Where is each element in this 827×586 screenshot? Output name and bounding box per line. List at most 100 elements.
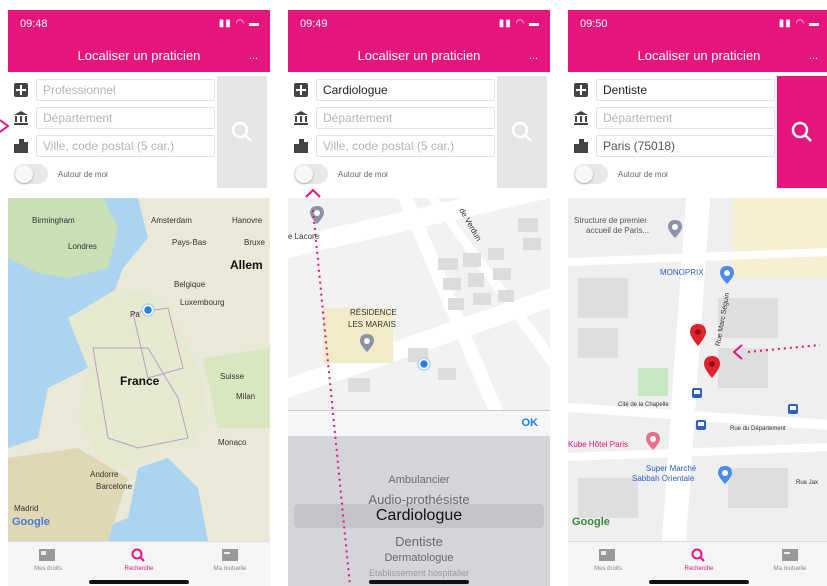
ville-field[interactable]: Ville, code postal (5 car.) [36, 135, 215, 157]
map-label: RÉSIDENCE [350, 308, 397, 317]
transit-icon [696, 420, 706, 430]
map-label: Pays-Bas [172, 238, 207, 247]
ville-row: Paris (75018) [572, 134, 775, 158]
status-time: 09:48 [20, 18, 48, 30]
tab-mes-droits[interactable]: Mes droits [573, 548, 643, 572]
map-label: Milan [236, 392, 256, 401]
status-icons: ▮▮ ◠ ▬ [218, 18, 260, 29]
map-view[interactable]: e Lacore RÉSIDENCE LES MARAIS de Verdun [288, 198, 550, 410]
map-label: Londres [68, 242, 97, 251]
around-me-row: Autour de moi [14, 164, 108, 184]
picker-item[interactable]: Dentiste [288, 534, 550, 549]
picker-item[interactable]: Audio-prothésiste [288, 492, 550, 507]
card-icon [599, 549, 615, 561]
transit-icon [692, 388, 702, 398]
profession-picker[interactable]: Ambulancier Audio-prothésiste Cardiologu… [288, 436, 550, 586]
building-icon [292, 109, 310, 127]
map-label: LES MARAIS [348, 320, 397, 329]
hotel-pin-icon [646, 432, 660, 450]
dentist-marker-icon[interactable] [704, 356, 720, 378]
around-me-toggle[interactable] [14, 164, 48, 184]
tab-mes-droits[interactable]: Mes droits [13, 548, 83, 572]
departement-field[interactable]: Département [36, 107, 215, 129]
map-view[interactable]: Structure de premier accueil de Paris...… [568, 198, 827, 541]
profession-field[interactable]: Professionnel [36, 79, 215, 101]
map-label: Bruxe [244, 238, 265, 247]
around-me-row: Autour de moi [294, 164, 388, 184]
map-label: Cité de la Chapelle [618, 402, 669, 408]
map-label: Pa [130, 310, 140, 319]
map-label: France [120, 374, 160, 388]
search-icon [511, 121, 532, 142]
around-me-toggle[interactable] [574, 164, 608, 184]
more-menu-button[interactable]: ... [809, 50, 818, 62]
map-europe [8, 198, 270, 541]
search-icon [691, 548, 705, 562]
screenshot-stage: 09:48 ▮▮ ◠ ▬ Localiser un praticien ... … [0, 0, 827, 586]
more-menu-button[interactable]: ... [529, 50, 538, 62]
search-button[interactable] [217, 76, 267, 188]
picker-toolbar: OK [288, 410, 550, 436]
tab-recherche[interactable]: Recherche [104, 548, 174, 572]
map-label: Luxembourg [180, 298, 225, 307]
profession-row: Dentiste [572, 78, 775, 102]
tab-label: Recherche [124, 566, 154, 572]
search-icon [131, 548, 145, 562]
place-pin-icon [668, 220, 682, 238]
place-pin-icon [310, 206, 324, 224]
picker-item[interactable]: Ambulancier [288, 474, 550, 486]
building-icon [12, 109, 30, 127]
ville-field[interactable]: Ville, code postal (5 car.) [316, 135, 495, 157]
page-title: Localiser un praticien [357, 48, 481, 63]
home-indicator [369, 580, 469, 584]
dentist-marker-icon[interactable] [690, 324, 706, 346]
id-card-icon [222, 549, 238, 561]
phone-screen-2: 09:49 ▮▮ ◠ ▬ Localiser un praticien ... … [288, 10, 550, 586]
tab-label: Mes droits [34, 566, 62, 572]
map-label: Super Marché [646, 464, 697, 473]
search-button[interactable] [497, 76, 547, 188]
tab-ma-mutuelle[interactable]: Ma mutuelle [195, 548, 265, 572]
ville-field[interactable]: Paris (75018) [596, 135, 775, 157]
map-label: Kube Hôtel Paris [568, 440, 629, 449]
departement-field[interactable]: Département [316, 107, 495, 129]
map-view[interactable]: Birmingham Amsterdam Hanovre Londres Pay… [8, 198, 270, 541]
tab-recherche[interactable]: Recherche [664, 548, 734, 572]
map-label: Monaco [218, 438, 247, 447]
picker-item-selected[interactable]: Cardiologue [288, 507, 550, 525]
place-pin-icon [360, 334, 374, 352]
search-form: Cardiologue Département Ville, code post… [288, 72, 550, 198]
picker-item[interactable]: Etablissement hospitalier [288, 568, 550, 578]
app-header: 09:50 ▮▮ ◠ ▬ Localiser un praticien ... [568, 10, 827, 72]
around-me-toggle[interactable] [294, 164, 328, 184]
map-label: Andorre [90, 470, 119, 479]
status-icons: ▮▮ ◠ ▬ [778, 18, 820, 29]
more-menu-button[interactable]: ... [249, 50, 258, 62]
map-label: MONOPRIX [660, 268, 704, 277]
search-button[interactable] [777, 76, 827, 188]
city-icon [12, 137, 30, 155]
status-time: 09:50 [580, 18, 608, 30]
city-icon [292, 137, 310, 155]
map-street [288, 198, 550, 410]
ok-button[interactable]: OK [522, 417, 539, 429]
tab-ma-mutuelle[interactable]: Ma mutuelle [755, 548, 825, 572]
tab-label: Ma mutuelle [773, 566, 807, 572]
map-label: Allem [230, 258, 263, 272]
search-icon [791, 121, 812, 142]
profession-field[interactable]: Dentiste [596, 79, 775, 101]
app-header: 09:49 ▮▮ ◠ ▬ Localiser un praticien ... [288, 10, 550, 72]
phone-screen-1: 09:48 ▮▮ ◠ ▬ Localiser un praticien ... … [8, 10, 270, 586]
around-me-row: Autour de moi [574, 164, 668, 184]
id-card-icon [782, 549, 798, 561]
departement-row: Département [572, 106, 775, 130]
page-title: Localiser un praticien [77, 48, 201, 63]
medical-cross-icon [12, 81, 30, 99]
profession-field[interactable]: Cardiologue [316, 79, 495, 101]
shop-pin-icon [720, 266, 734, 284]
picker-item[interactable]: Dermatologue [288, 552, 550, 564]
ville-row: Ville, code postal (5 car.) [292, 134, 495, 158]
search-form: Dentiste Département Paris (75018) Autou… [568, 72, 827, 198]
departement-field[interactable]: Département [596, 107, 775, 129]
tab-bar: Mes droits Recherche Ma mutuelle [568, 541, 827, 586]
